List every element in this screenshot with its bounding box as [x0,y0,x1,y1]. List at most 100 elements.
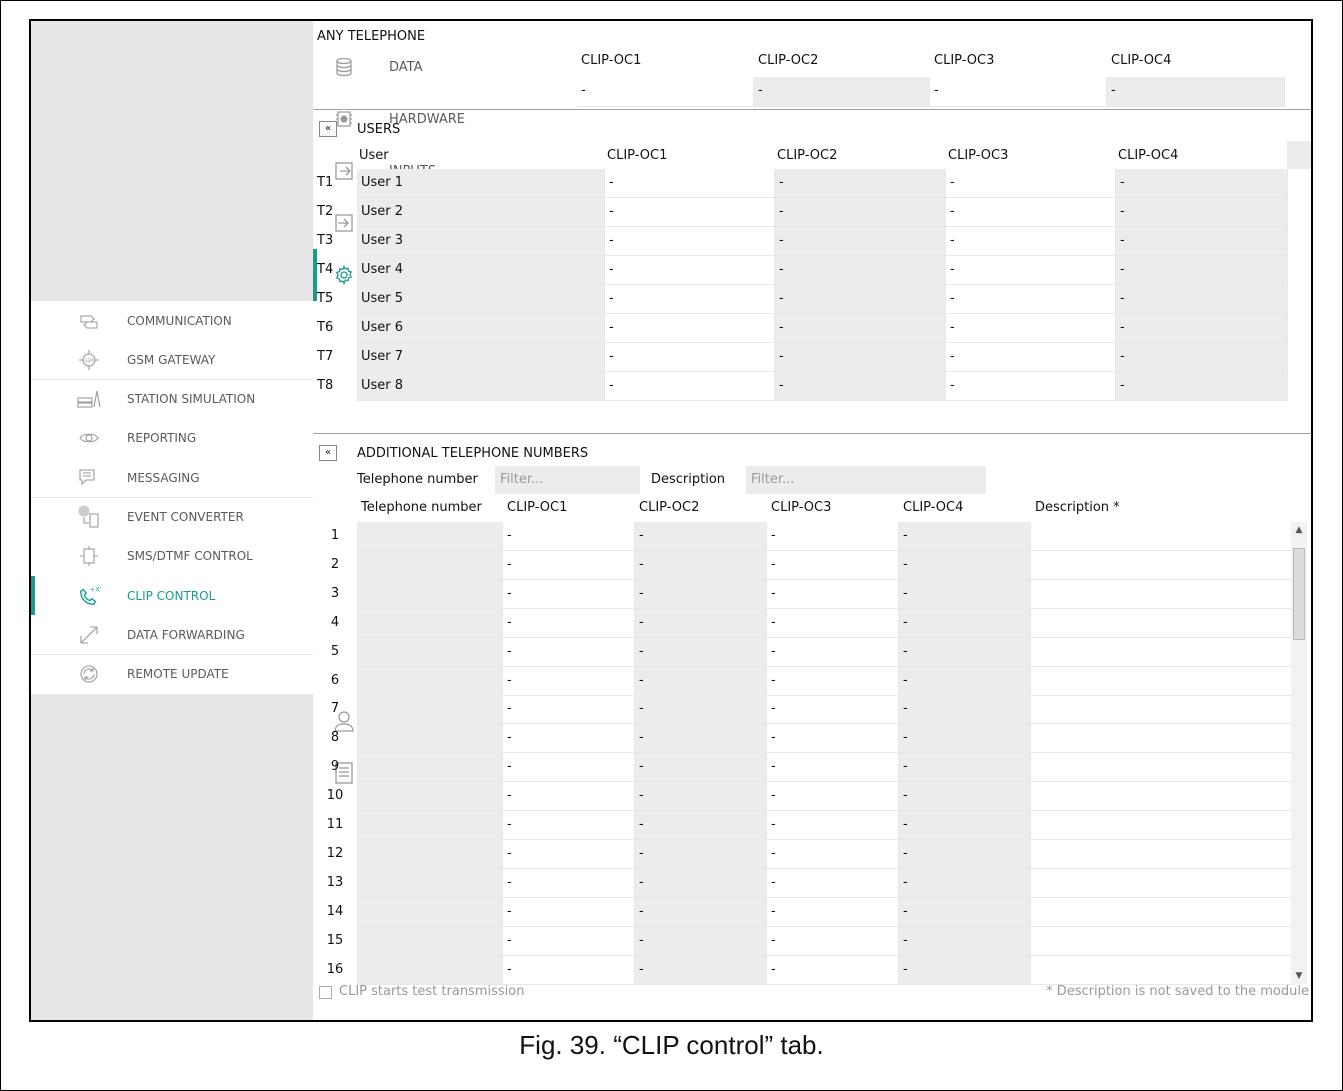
user-clip-oc1-cell[interactable]: - [605,227,775,256]
any-telephone-value-2[interactable]: - [754,77,930,107]
additional-clip-oc2-cell[interactable]: - [635,724,767,754]
scroll-up-arrow-icon[interactable]: ▲ [1291,522,1307,538]
additional-clip-oc1-cell[interactable]: - [503,522,635,551]
description-cell[interactable] [1031,753,1295,783]
additional-clip-oc2-cell[interactable]: - [635,579,767,609]
additional-clip-oc2-cell[interactable]: - [635,839,767,869]
additional-clip-oc4-cell[interactable]: - [899,724,1031,754]
description-cell[interactable] [1031,897,1295,927]
additional-clip-oc3-cell[interactable]: - [767,666,899,696]
telephone-number-cell[interactable] [357,782,503,812]
additional-clip-oc4-cell[interactable]: - [899,608,1031,638]
sidebar-subitem-communication[interactable]: COMMUNICATION [31,301,313,340]
additional-clip-oc2-cell[interactable]: - [635,522,767,551]
additional-clip-oc4-cell[interactable]: - [899,782,1031,812]
additional-clip-oc1-cell[interactable]: - [503,926,635,956]
additional-clip-oc2-cell[interactable]: - [635,868,767,898]
additional-clip-oc1-cell[interactable]: - [503,839,635,869]
user-clip-oc3-cell[interactable]: - [946,372,1116,401]
telephone-number-cell[interactable] [357,897,503,927]
telephone-number-cell[interactable] [357,868,503,898]
additional-clip-oc3-cell[interactable]: - [767,868,899,898]
user-clip-oc3-cell[interactable]: - [946,169,1116,198]
telephone-number-cell[interactable] [357,753,503,783]
additional-clip-oc1-cell[interactable]: - [503,897,635,927]
additional-clip-oc3-cell[interactable]: - [767,637,899,667]
sidebar-subitem-reporting[interactable]: REPORTING [31,418,313,458]
sidebar-subitem-station-simulation[interactable]: STATION SIMULATION [31,379,313,419]
description-cell[interactable] [1031,926,1295,956]
additional-clip-oc1-cell[interactable]: - [503,637,635,667]
user-clip-oc1-cell[interactable]: - [605,256,775,285]
description-cell[interactable] [1031,637,1295,667]
user-clip-oc4-cell[interactable]: - [1116,256,1288,285]
description-cell[interactable] [1031,550,1295,580]
additional-clip-oc1-cell[interactable]: - [503,608,635,638]
vertical-scrollbar[interactable]: ▲ ▼ [1291,522,1307,984]
additional-clip-oc2-cell[interactable]: - [635,608,767,638]
user-name-cell[interactable]: User 7 [357,343,605,372]
additional-clip-oc3-cell[interactable]: - [767,579,899,609]
additional-clip-oc3-cell[interactable]: - [767,550,899,580]
additional-clip-oc4-cell[interactable]: - [899,695,1031,725]
additional-clip-oc1-cell[interactable]: - [503,753,635,783]
additional-clip-oc3-cell[interactable]: - [767,955,899,985]
additional-clip-oc3-cell[interactable]: - [767,811,899,840]
sidebar-subitem-gsm-gateway[interactable]: GSM GSM GATEWAY [31,340,313,380]
scroll-down-arrow-icon[interactable]: ▼ [1291,968,1307,984]
additional-clip-oc2-cell[interactable]: - [635,666,767,696]
user-clip-oc4-cell[interactable]: - [1116,285,1288,314]
additional-clip-oc4-cell[interactable]: - [899,637,1031,667]
additional-clip-oc1-cell[interactable]: - [503,811,635,840]
user-clip-oc1-cell[interactable]: - [605,343,775,372]
description-cell[interactable] [1031,695,1295,725]
user-clip-oc2-cell[interactable]: - [775,285,946,314]
user-name-cell[interactable]: User 4 [357,256,605,285]
users-collapse-button[interactable]: « [319,121,337,137]
test-transmission-checkbox[interactable] [319,986,332,999]
telephone-number-cell[interactable] [357,926,503,956]
additional-clip-oc2-cell[interactable]: - [635,637,767,667]
additional-clip-oc3-cell[interactable]: - [767,753,899,783]
additional-clip-oc4-cell[interactable]: - [899,666,1031,696]
additional-clip-oc1-cell[interactable]: - [503,550,635,580]
user-clip-oc2-cell[interactable]: - [775,343,946,372]
telephone-number-cell[interactable] [357,955,503,985]
user-clip-oc3-cell[interactable]: - [946,314,1116,343]
additional-clip-oc3-cell[interactable]: - [767,926,899,956]
additional-clip-oc2-cell[interactable]: - [635,811,767,840]
telephone-number-cell[interactable] [357,724,503,754]
user-clip-oc1-cell[interactable]: - [605,169,775,198]
additional-clip-oc1-cell[interactable]: - [503,579,635,609]
description-cell[interactable] [1031,782,1295,812]
telephone-number-cell[interactable] [357,579,503,609]
sidebar-subitem-data-forwarding[interactable]: DATA FORWARDING [31,615,313,655]
description-cell[interactable] [1031,839,1295,869]
additional-collapse-button[interactable]: « [319,445,337,461]
additional-clip-oc4-cell[interactable]: - [899,522,1031,551]
telephone-number-cell[interactable] [357,608,503,638]
telephone-number-cell[interactable] [357,666,503,696]
additional-clip-oc1-cell[interactable]: - [503,724,635,754]
user-clip-oc2-cell[interactable]: - [775,314,946,343]
additional-clip-oc3-cell[interactable]: - [767,608,899,638]
description-cell[interactable] [1031,579,1295,609]
sidebar-subitem-clip-control[interactable]: +XYZ CLIP CONTROL [31,576,313,616]
user-clip-oc2-cell[interactable]: - [775,256,946,285]
description-cell[interactable] [1031,955,1295,985]
user-name-cell[interactable]: User 5 [357,285,605,314]
user-clip-oc4-cell[interactable]: - [1116,372,1288,401]
user-name-cell[interactable]: User 6 [357,314,605,343]
user-clip-oc4-cell[interactable]: - [1116,198,1288,227]
additional-clip-oc2-cell[interactable]: - [635,897,767,927]
additional-clip-oc3-cell[interactable]: - [767,522,899,551]
user-name-cell[interactable]: User 8 [357,372,605,401]
additional-clip-oc3-cell[interactable]: - [767,724,899,754]
sidebar-subitem-messaging[interactable]: MESSAGING [31,458,313,498]
user-clip-oc1-cell[interactable]: - [605,285,775,314]
sidebar-subitem-remote-update[interactable]: REMOTE UPDATE [31,654,313,694]
sidebar-subitem-sms-dtmf-control[interactable]: SMS/DTMF CONTROL [31,536,313,576]
any-telephone-value-1[interactable]: - [577,77,754,107]
additional-clip-oc3-cell[interactable]: - [767,897,899,927]
user-clip-oc2-cell[interactable]: - [775,169,946,198]
